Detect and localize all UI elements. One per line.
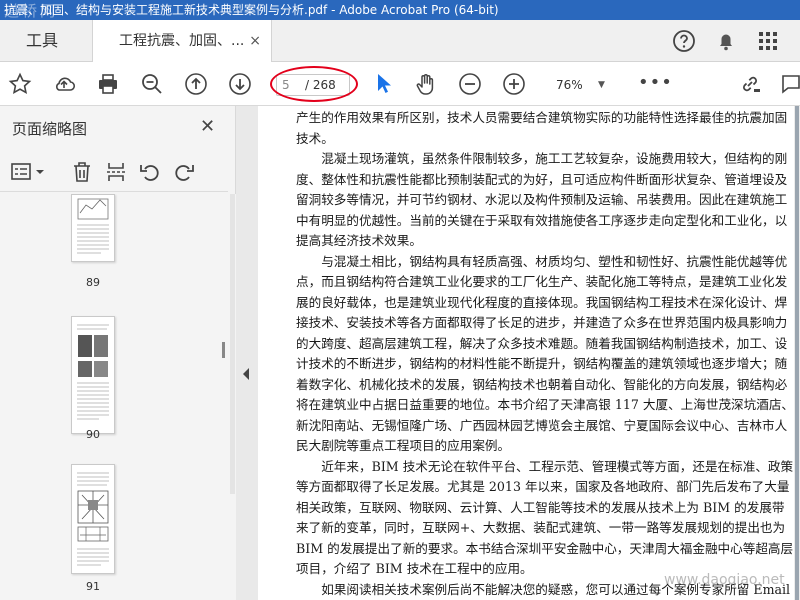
main-toolbar: 5 / 268 76% ▼ ••• [0, 62, 800, 106]
zoom-out-icon[interactable] [458, 72, 482, 96]
window-title: 抗震、加固、结构与安装工程施工新技术典型案例与分析.pdf - Adobe Ac… [4, 3, 499, 17]
more-tools-button[interactable]: ••• [638, 74, 673, 92]
thumbnail-page-label: 89 [86, 276, 100, 289]
panel-close-button[interactable]: ✕ [200, 116, 215, 137]
document-line: 接技术、安装技术等各方面都取得了长足的进步，并建造了众多在世界范围内极具影响力 [296, 315, 788, 330]
thumbnail-page-label: 91 [86, 580, 100, 593]
share-link-icon[interactable] [738, 72, 762, 96]
tab-tools[interactable]: 工具 [0, 20, 92, 62]
panel-splitter[interactable] [236, 106, 258, 600]
document-line: 与混凝土相比，钢结构具有轻质高强、材质均匀、塑性和韧性好、抗震性能优越等优 [296, 253, 788, 269]
panel-resize-handle[interactable] [222, 342, 225, 358]
rotate-clockwise-icon[interactable] [172, 160, 196, 184]
hand-tool-icon[interactable] [414, 72, 438, 96]
page-thumbnail-preview [77, 324, 109, 420]
chevron-down-icon: ▼ [598, 80, 605, 90]
thumbnail-list: 89 90 91 [0, 194, 228, 600]
document-line: 新沈阳南站、无锡恒隆广场、广西园林园艺博览会主展馆、宁夏国际会议中心、吉林市人 [296, 417, 788, 433]
highlight-annotation-ellipse [270, 66, 358, 102]
document-line: 计技术的不断进步，钢结构的材料性能不断提升，钢结构覆盖的建筑领域也逐步增大；随 [296, 356, 788, 371]
panel-title: 页面缩略图 [12, 120, 88, 138]
delete-page-icon[interactable] [70, 160, 94, 184]
zoom-level-value: 76% [556, 78, 583, 92]
notification-bell-icon[interactable] [714, 29, 738, 53]
extract-pages-icon[interactable] [104, 160, 128, 184]
tab-document[interactable]: 工程抗震、加固、... × [92, 20, 272, 63]
page-thumbnails-panel: 页面缩略图 ✕ 89 90 91 [0, 106, 236, 600]
document-line: 提高其经济技术效果。 [296, 233, 422, 248]
document-view[interactable]: 产生的作用效果有所区别，技术人员需要结合建筑物实际的功能特性选择最佳的抗震加固技… [258, 106, 794, 600]
thumbnail-page-label: 90 [86, 428, 100, 441]
select-cursor-icon[interactable] [372, 72, 396, 96]
comment-icon[interactable] [780, 72, 800, 96]
document-line: 混凝土现场灌筑，虽然条件限制较多，施工工艺较复杂，设施费用较大，但结构的刚 [296, 151, 788, 166]
document-line: 度、整体性和抗震性能都比预制装配式的为好，且可适应构件断面形状复杂、管道埋设及 [296, 171, 788, 187]
thumbnail-scrollbar[interactable] [229, 194, 236, 600]
document-line: 点，而且钢结构符合建筑工业化要求的工厂化生产、装配化施工等特点，是建筑工业化发 [296, 274, 788, 289]
document-line: 技术。 [296, 130, 334, 146]
document-line: 着数字化、机械化技术的发展，钢结构技术也朝着自动化、智能化的方向发展，钢结构必 [296, 376, 788, 392]
page-thumbnail[interactable] [71, 316, 115, 434]
page-thumbnail-preview [77, 472, 109, 566]
tab-document-label: 工程抗震、加固、... [119, 33, 245, 49]
zoom-level-dropdown[interactable]: 76% ▼ [548, 74, 612, 96]
thumbnail-toolbar [0, 152, 228, 192]
document-line: 产生的作用效果有所区别，技术人员需要结合建筑物实际的功能特性选择最佳的抗震加固 [296, 110, 788, 125]
document-line: 民大剧院等重点工程项目的应用案例。 [296, 438, 511, 453]
site-watermark-url: www.daoqiao.net [664, 572, 785, 588]
tab-close-button[interactable]: × [249, 20, 261, 62]
site-watermark: 道桥网 [4, 2, 59, 20]
document-line: 相关政策，互联网、物联网、云计算、人工智能等技术的发展从技术上为 BIM 的发展… [296, 499, 785, 515]
previous-page-icon[interactable] [184, 72, 208, 96]
page-thumbnail[interactable] [71, 464, 115, 574]
cloud-upload-icon[interactable] [52, 72, 76, 96]
zoom-in-icon[interactable] [502, 72, 526, 96]
document-line: 中有明显的优越性。当前的关键在于采取有效措施使各工序逐步走向定型化和工业化，以 [296, 212, 788, 228]
document-line: BIM 的发展提出了新的要求。本书结合深圳平安金融中心，天津周大福金融中心等超高… [296, 540, 794, 556]
apps-grid-icon[interactable] [756, 29, 780, 53]
document-scrollbar[interactable] [794, 106, 800, 600]
next-page-icon[interactable] [228, 72, 252, 96]
document-line: 将在建筑业中占据日益重要的地位。本书介绍了天津高银 117 大厦、上海世茂深坑酒… [296, 397, 794, 412]
document-line: 近年来，BIM 技术无论在软件平台、工程示范、管理模式等方面，还是在标准、政策 [296, 458, 794, 474]
help-icon[interactable] [672, 29, 696, 53]
document-scrollbar-thumb[interactable] [795, 106, 799, 600]
collapse-panel-arrow-icon[interactable] [243, 368, 249, 380]
bookmark-star-icon[interactable] [8, 72, 32, 96]
document-line: 来了新的变革，同时，互联网+、大数据、装配式建筑、一带一路等发展规划的提出也为 [296, 520, 786, 535]
window-title-bar: 抗震、加固、结构与安装工程施工新技术典型案例与分析.pdf - Adobe Ac… [0, 0, 800, 20]
page-thumbnail-preview [77, 198, 109, 254]
zoom-out-magnifier-icon[interactable] [140, 72, 164, 96]
thumbnail-options-icon[interactable] [10, 160, 46, 184]
document-line: 等方面都取得了长足发展。尤其是 2013 年以来，国家及各地政府、部门先后发布了… [296, 479, 790, 494]
print-icon[interactable] [96, 72, 120, 96]
document-line: 展的良好载体，也是建筑业现代化程度的直接体现。我国钢结构工程技术在深化设计、焊 [296, 294, 788, 310]
tab-bar: 工具 工程抗震、加固、... × [0, 20, 800, 63]
document-line: 留洞较多等情况，并可节约钢材、水泥以及构件预制及运输、吊装费用。因此在建筑施工 [296, 192, 788, 207]
rotate-counterclockwise-icon[interactable] [138, 160, 162, 184]
document-line: 的大跨度、超高层建筑工程，解决了众多技术难题。随着我国钢结构制造技术，加工、设 [296, 335, 788, 351]
thumbnail-scrollbar-thumb[interactable] [230, 194, 235, 494]
page-thumbnail[interactable] [71, 194, 115, 262]
